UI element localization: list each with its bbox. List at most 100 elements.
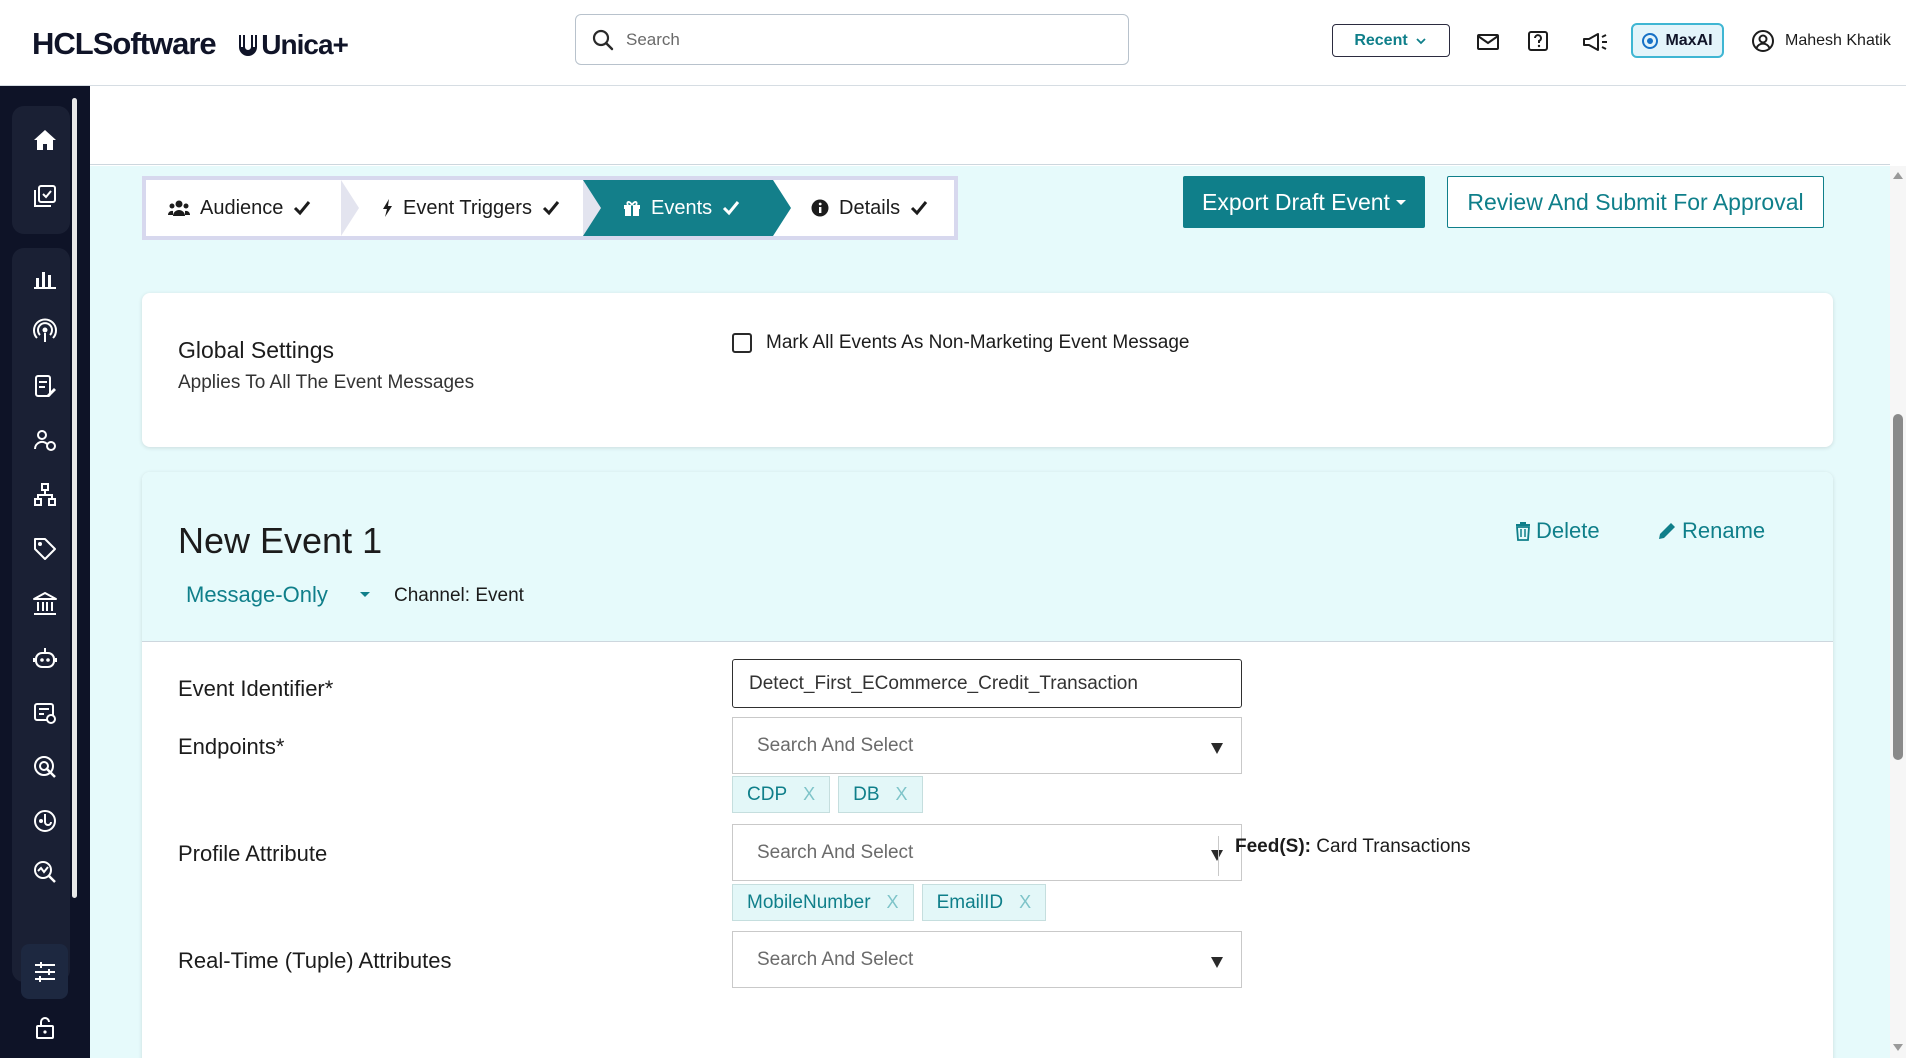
broadcast-icon[interactable] <box>20 309 70 353</box>
search-input[interactable] <box>626 29 1086 50</box>
check-icon <box>723 201 740 216</box>
profile-attribute-chips: MobileNumber X EmailID X <box>732 884 1054 921</box>
top-bar: HCLSoftware Unica+ Recent MaxAI Mahesh K… <box>0 0 1906 86</box>
search-icon <box>592 29 614 50</box>
dropdown-arrow-icon <box>1211 743 1223 754</box>
page-scrollbar[interactable] <box>1890 166 1906 1058</box>
step-events[interactable]: Events <box>583 180 791 236</box>
tag-icon[interactable] <box>20 527 70 571</box>
dropdown-arrow-icon <box>1211 957 1223 968</box>
settings-sliders-icon[interactable] <box>21 944 68 999</box>
step-label: Event Triggers <box>403 196 532 219</box>
scroll-thumb[interactable] <box>1893 414 1903 760</box>
event-editor-panel: Audience Event Triggers Events Details E… <box>90 166 1890 1058</box>
check-icon <box>911 201 928 216</box>
event-type-dropdown[interactable]: Message-Only <box>186 582 328 608</box>
journey-icon[interactable] <box>20 799 70 843</box>
content-icon[interactable] <box>20 691 70 735</box>
endpoints-label: Endpoints* <box>178 734 285 759</box>
step-audience[interactable]: Audience <box>146 180 359 236</box>
event-card: New Event 1 Message-Only Channel: Event … <box>142 472 1833 1058</box>
info-icon <box>811 199 829 217</box>
recent-button[interactable]: Recent <box>1332 24 1450 57</box>
event-identifier-input[interactable]: Detect_First_ECommerce_Credit_Transactio… <box>732 659 1242 708</box>
mail-icon[interactable] <box>1474 28 1502 56</box>
check-icon <box>542 201 560 216</box>
rename-event-button[interactable]: Rename <box>1657 518 1765 544</box>
chip-mobilenumber: MobileNumber X <box>732 884 914 921</box>
chip-emailid: EmailID X <box>921 884 1047 921</box>
global-settings-subtitle: Applies To All The Event Messages <box>178 372 475 393</box>
remove-chip-icon[interactable]: X <box>887 892 899 913</box>
feeds-value: Card Transactions <box>1316 836 1471 857</box>
brand-name: HCLSoftware <box>32 26 217 61</box>
gift-icon <box>624 201 640 216</box>
help-icon[interactable] <box>1524 28 1552 56</box>
event-channel: Channel: Event <box>394 585 524 606</box>
checkbox-label: Mark All Events As Non-Marketing Event M… <box>766 332 1190 353</box>
global-settings-card: Global Settings Applies To All The Event… <box>142 293 1833 447</box>
remove-chip-icon[interactable]: X <box>803 784 815 805</box>
chip-cdp: CDP X <box>732 776 831 813</box>
delete-event-button[interactable]: Delete <box>1515 518 1600 544</box>
step-label: Audience <box>200 196 284 219</box>
endpoints-chips: CDP X DB X <box>732 776 931 813</box>
user-avatar-icon <box>1752 30 1774 52</box>
brand-logo[interactable]: HCLSoftware Unica+ <box>32 26 349 62</box>
endpoints-select[interactable]: Search And Select <box>732 717 1242 774</box>
insights-icon[interactable] <box>20 850 70 894</box>
main-content: Audience Event Triggers Events Details E… <box>90 86 1906 1058</box>
step-label: Events <box>651 196 713 219</box>
profile-attribute-select[interactable]: Search And Select <box>732 824 1242 881</box>
global-search[interactable] <box>575 14 1129 65</box>
target-icon[interactable] <box>20 745 70 789</box>
global-settings-title: Global Settings <box>178 337 334 363</box>
check-icon <box>294 201 311 216</box>
user-name: Mahesh Khatik <box>1785 32 1891 49</box>
step-details[interactable]: Details <box>773 180 954 236</box>
unica-logo-icon <box>239 35 258 56</box>
wizard-stepper: Audience Event Triggers Events Details <box>142 176 958 240</box>
bot-icon[interactable] <box>20 636 70 680</box>
realtime-attributes-label: Real-Time (Tuple) Attributes <box>178 948 452 973</box>
step-event-triggers[interactable]: Event Triggers <box>341 180 601 236</box>
analytics-icon[interactable] <box>20 256 70 300</box>
page-header-band <box>90 86 1890 165</box>
sidebar-scrollbar[interactable] <box>72 98 77 898</box>
hierarchy-icon[interactable] <box>20 473 70 517</box>
scroll-down-arrow[interactable] <box>1893 1044 1903 1051</box>
realtime-attributes-select[interactable]: Search And Select <box>732 931 1242 988</box>
feeds-label: Feed(S): <box>1235 836 1311 857</box>
event-card-header: New Event 1 Message-Only Channel: Event … <box>142 472 1833 642</box>
remove-chip-icon[interactable]: X <box>1019 892 1031 913</box>
campaigns-icon[interactable] <box>20 174 70 218</box>
maxai-icon <box>1642 32 1659 49</box>
user-settings-icon[interactable] <box>20 418 70 462</box>
users-icon <box>168 200 190 216</box>
product-name: Unica+ <box>237 29 349 60</box>
event-title: New Event 1 <box>178 520 383 561</box>
trash-icon <box>1516 522 1530 541</box>
checkbox[interactable] <box>732 333 752 353</box>
profile-attribute-label: Profile Attribute <box>178 841 328 866</box>
sidebar <box>0 86 90 1058</box>
caret-down-icon[interactable] <box>360 592 370 597</box>
event-identifier-label: Event Identifier* <box>178 676 334 701</box>
feeds-info: Feed(S): Card Transactions <box>1218 836 1470 876</box>
bolt-icon <box>383 199 392 217</box>
user-menu[interactable]: Mahesh Khatik <box>1751 29 1891 53</box>
non-marketing-checkbox[interactable]: Mark All Events As Non-Marketing Event M… <box>732 332 1189 354</box>
forms-icon[interactable] <box>20 364 70 408</box>
scroll-up-arrow[interactable] <box>1893 172 1903 179</box>
remove-chip-icon[interactable]: X <box>896 784 908 805</box>
bank-icon[interactable] <box>20 582 70 626</box>
unlock-icon[interactable] <box>20 1006 70 1050</box>
home-icon[interactable] <box>20 118 70 162</box>
step-label: Details <box>839 196 901 219</box>
maxai-button[interactable]: MaxAI <box>1631 23 1724 58</box>
export-draft-event-button[interactable]: Export Draft Event <box>1183 176 1425 228</box>
megaphone-icon[interactable] <box>1581 28 1609 56</box>
review-submit-button[interactable]: Review And Submit For Approval <box>1447 176 1824 228</box>
chip-db: DB X <box>838 776 923 813</box>
chevron-down-icon <box>1416 37 1426 44</box>
